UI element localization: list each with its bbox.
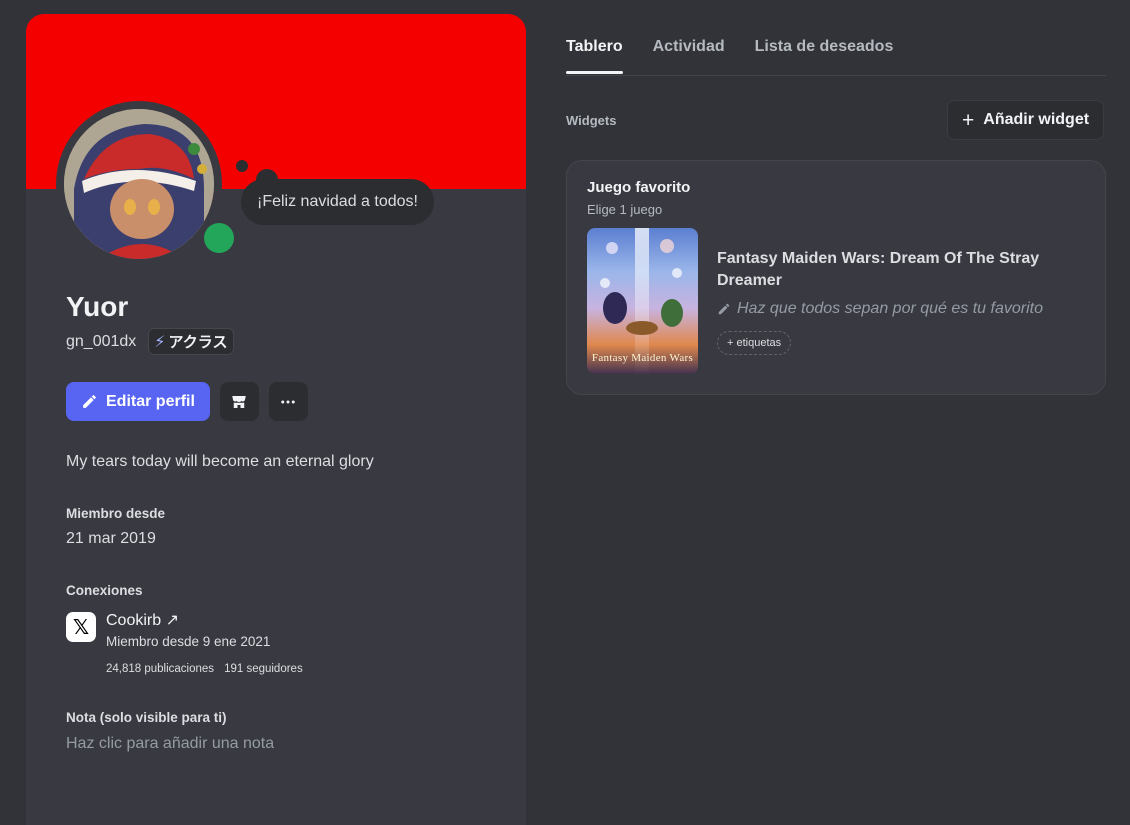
- more-options-button[interactable]: [268, 382, 308, 421]
- shop-button[interactable]: [219, 382, 259, 421]
- avatar-frame[interactable]: [56, 101, 238, 267]
- clan-tag-label: アクラス: [168, 334, 228, 351]
- note-input[interactable]: Haz clic para añadir una nota: [66, 735, 274, 753]
- pencil-icon: [83, 395, 96, 408]
- tab-actividad[interactable]: Actividad: [653, 38, 725, 74]
- profile-actions: Editar perfil: [66, 382, 308, 421]
- connection-stats: 24,818 publicaciones 191 seguidores: [106, 663, 303, 675]
- note-label: Nota (solo visible para ti): [66, 710, 227, 725]
- connection-followers: 191 seguidores: [224, 663, 303, 675]
- add-widget-label: Añadir widget: [983, 111, 1090, 128]
- edit-profile-label: Editar perfil: [106, 392, 195, 410]
- edit-profile-button[interactable]: Editar perfil: [66, 382, 210, 421]
- connection-name-link[interactable]: Cookirb ↗: [106, 610, 303, 630]
- profile-card: ¡Feliz navidad a todos! Yuor gn_001dx ⚡ …: [26, 14, 526, 825]
- add-tags-button[interactable]: + etiquetas: [717, 331, 792, 355]
- widget-subtitle: Elige 1 juego: [587, 202, 663, 217]
- plus-icon: +: [962, 108, 975, 132]
- favorite-game-widget[interactable]: Juego favorito Elige 1 juego Fantasy Mai…: [566, 160, 1106, 395]
- widgets-label: Widgets: [566, 113, 617, 128]
- shop-icon: [232, 395, 247, 408]
- display-name: Yuor: [66, 291, 129, 322]
- bio: My tears today will become an eternal gl…: [66, 453, 374, 470]
- avatar-illustration: [64, 109, 214, 259]
- connection-x: 𝕏 Cookirb ↗ Miembro desde 9 ene 2021 24,…: [66, 610, 303, 675]
- game-title: Fantasy Maiden Wars: Dream Of The Stray …: [717, 250, 1040, 289]
- more-icon: [281, 400, 296, 403]
- game-reason-input[interactable]: Haz que todos sepan por qué es tu favori…: [717, 300, 1043, 318]
- online-status-indicator: [200, 219, 238, 257]
- lightning-icon: ⚡: [154, 333, 166, 351]
- tab-lista-de-deseados[interactable]: Lista de deseados: [755, 38, 894, 74]
- status-bubble-tail-small: [236, 160, 248, 172]
- connection-posts: 24,818 publicaciones: [106, 663, 215, 675]
- connection-details: Cookirb ↗ Miembro desde 9 ene 2021 24,81…: [106, 610, 303, 675]
- x-logo-icon: 𝕏: [66, 612, 96, 642]
- game-reason-placeholder: Haz que todos sepan por qué es tu favori…: [737, 300, 1043, 317]
- pencil-icon: [718, 303, 730, 315]
- profile-tabs: Tablero Actividad Lista de deseados: [566, 38, 893, 74]
- widget-title: Juego favorito: [587, 179, 691, 196]
- game-cover-logo: Fantasy Maiden Wars: [591, 352, 694, 364]
- tab-tablero[interactable]: Tablero: [566, 38, 623, 74]
- game-cover-image[interactable]: Fantasy Maiden Wars: [587, 228, 698, 374]
- username-row: gn_001dx ⚡ アクラス: [66, 328, 235, 355]
- member-since-label: Miembro desde: [66, 506, 166, 521]
- member-since-value: 21 mar 2019: [66, 530, 156, 547]
- clan-tag[interactable]: ⚡ アクラス: [148, 328, 235, 355]
- connections-label: Conexiones: [66, 583, 143, 598]
- add-widget-button[interactable]: + Añadir widget: [947, 100, 1105, 140]
- tabs-divider: [566, 75, 1106, 76]
- username[interactable]: gn_001dx: [66, 333, 136, 351]
- connection-member-since: Miembro desde 9 ene 2021: [106, 634, 271, 649]
- custom-status-bubble[interactable]: ¡Feliz navidad a todos!: [241, 179, 434, 225]
- avatar[interactable]: [64, 109, 214, 259]
